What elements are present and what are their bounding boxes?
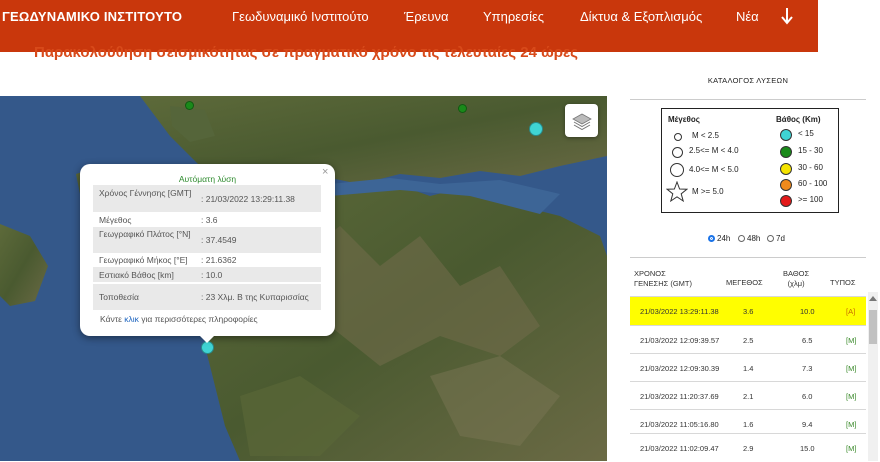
popup-heading: Αυτόματη λύση [178, 174, 237, 184]
nav-item-services[interactable]: Υπηρεσίες [483, 9, 544, 24]
earthquake-marker[interactable] [185, 101, 194, 110]
popup-row-depth: Εστιακό Βάθος [km] : 10.0 [93, 267, 321, 282]
col-header-depth[interactable]: ΒΑΘΟΣ (χλμ) [783, 269, 809, 289]
col-header-type[interactable]: ΤΥΠΟΣ [830, 278, 855, 288]
period-option-24h[interactable]: 24h [708, 234, 730, 243]
legend-depth-label: 30 - 60 [798, 163, 823, 172]
popup-row-location: Τοποθεσία : 23 Χλμ. Β της Κυπαρισσίας [93, 284, 321, 310]
legend-depth-label: >= 100 [798, 195, 823, 204]
popup-details-table: Χρόνος Γέννησης [GMT] : 21/03/2022 13:29… [93, 185, 321, 310]
popup-row-longitude: Γεωγραφικό Μήκος [°E] : 21.6362 [99, 255, 237, 265]
layers-icon [571, 113, 592, 130]
col-header-magnitude[interactable]: ΜΕΓΕΘΟΣ [726, 278, 763, 288]
page-subtitle: Παρακολούθηση σεισμικότητας σε πραγματικ… [34, 44, 578, 61]
legend-depth-label: 15 - 30 [798, 146, 823, 155]
depth-color-swatch [780, 129, 792, 141]
legend-depth-label: < 15 [798, 129, 814, 138]
scroll-thumb[interactable] [869, 310, 877, 344]
popup-pointer [198, 334, 216, 343]
layers-button[interactable] [565, 104, 598, 137]
table-row-selected[interactable]: 21/03/2022 13:29:11.38 3.6 10.0 [A] [630, 296, 866, 325]
magnitude-star-icon [666, 181, 688, 203]
radio-24h[interactable] [708, 235, 715, 242]
table-row[interactable]: 21/03/2022 11:02:09.47 2.9 15.0 [M] [630, 433, 866, 462]
earthquake-marker[interactable] [458, 104, 467, 113]
depth-color-swatch [780, 163, 792, 175]
popup-row-magnitude: Μέγεθος : 3.6 [99, 214, 218, 225]
legend-magnitude-label: M < 2.5 [692, 131, 719, 140]
period-option-48h[interactable]: 48h [738, 234, 760, 243]
scroll-up-arrow-icon[interactable] [869, 296, 877, 301]
popup-row-latitude: Γεωγραφικό Πλάτος [°N] : 37.4549 [93, 227, 321, 253]
legend-magnitude-label: 2.5<= M < 4.0 [689, 146, 739, 155]
nav-item-institute[interactable]: Γεωδυναμικό Ινστιτούτο [232, 9, 369, 24]
depth-color-swatch [780, 195, 792, 207]
earthquake-marker[interactable] [529, 122, 543, 136]
depth-color-swatch [780, 179, 792, 191]
col-header-time[interactable]: ΧΡΟΝΟΣ ΓΕΝΕΣΗΣ (GMT) [634, 269, 692, 289]
more-info-link[interactable]: κλικ [124, 314, 139, 324]
divider [630, 257, 866, 258]
legend-magnitude-label: M >= 5.0 [692, 187, 724, 196]
radio-48h[interactable] [738, 235, 745, 242]
nav-item-news[interactable]: Νέα [736, 9, 759, 24]
magnitude-large-circle-icon [670, 163, 684, 177]
period-option-7d[interactable]: 7d [767, 234, 785, 243]
nav-item-networks[interactable]: Δίκτυα & Εξοπλισμός [580, 9, 702, 24]
table-row[interactable]: 21/03/2022 12:09:30.39 1.4 7.3 [M] [630, 353, 866, 382]
catalog-title: ΚΑΤΑΛΟΓΟΣ ΛΥΣΕΩΝ [707, 76, 789, 85]
table-row[interactable]: 21/03/2022 12:09:39.57 2.5 6.5 [M] [630, 325, 866, 354]
legend-magnitude-heading: Μέγεθος [668, 115, 700, 124]
popup-row-origin-time: Χρόνος Γέννησης [GMT] : 21/03/2022 13:29… [93, 185, 321, 212]
legend: Μέγεθος Βάθος (Km) M < 2.5 2.5<= M < 4.0… [661, 108, 839, 213]
divider [630, 99, 866, 100]
magnitude-small-circle-icon [674, 133, 682, 141]
arrow-down-icon[interactable] [779, 6, 795, 26]
legend-magnitude-label: 4.0<= M < 5.0 [689, 165, 739, 174]
popup-footer: Κάντε κλικ για περισσότερες πληροφορίες [100, 314, 258, 324]
table-row[interactable]: 21/03/2022 11:20:37.69 2.1 6.0 [M] [630, 381, 866, 410]
legend-depth-heading: Βάθος (Km) [776, 115, 821, 124]
site-brand[interactable]: ΓΕΩΔΥΝΑΜΙΚΟ ΙΝΣΤΙΤΟΥΤΟ [2, 9, 182, 24]
legend-depth-label: 60 - 100 [798, 179, 828, 188]
depth-color-swatch [780, 146, 792, 158]
radio-7d[interactable] [767, 235, 774, 242]
magnitude-medium-circle-icon [672, 147, 683, 158]
table-scrollbar[interactable] [868, 292, 878, 461]
nav-item-research[interactable]: Έρευνα [404, 9, 449, 24]
